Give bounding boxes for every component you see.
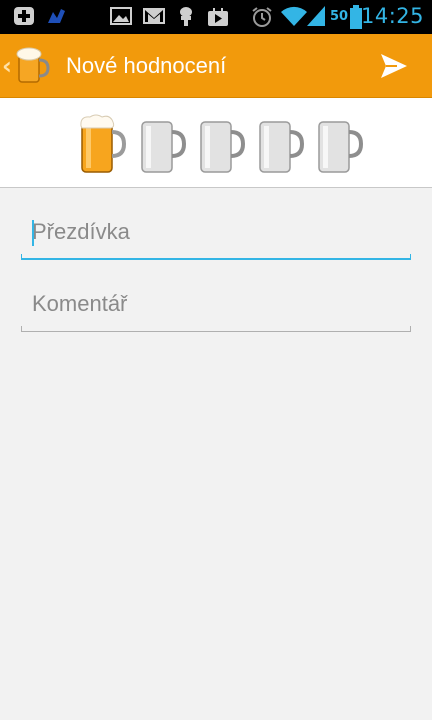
app-notification-icon (48, 9, 65, 23)
page-title: Nové hodnocení (66, 53, 227, 78)
wifi-icon (281, 6, 307, 27)
action-bar: ‹ Nové hodnocení (0, 34, 432, 98)
battery-level: 50 (330, 9, 349, 24)
comment-field[interactable] (21, 282, 411, 326)
comment-underline (21, 326, 411, 332)
up-navigation[interactable]: ‹ (0, 34, 60, 98)
comment-field-container (21, 282, 411, 332)
beer-mug-icon (16, 47, 50, 83)
beer-mug-empty-icon[interactable] (256, 114, 304, 174)
beer-mug-full-icon[interactable] (78, 114, 126, 174)
add-notification-icon (14, 7, 34, 25)
status-time: 14:25 (360, 4, 424, 28)
beer-mug-empty-icon[interactable] (138, 114, 186, 174)
signal-icon (307, 6, 325, 26)
beer-mug-empty-icon[interactable] (197, 114, 245, 174)
send-icon (381, 54, 407, 78)
gmail-icon (143, 8, 165, 24)
nickname-underline (21, 254, 411, 260)
rating-bar (0, 98, 432, 188)
chevron-left-icon: ‹ (2, 52, 12, 80)
text-cursor (32, 220, 34, 246)
send-button[interactable] (370, 46, 418, 86)
nickname-field[interactable] (21, 210, 411, 254)
status-bar: 50 14:25 (0, 0, 432, 34)
nickname-field-container (21, 210, 411, 260)
alarm-icon (252, 7, 272, 27)
usb-debug-icon (180, 7, 192, 26)
play-store-icon (208, 8, 228, 26)
image-icon (110, 7, 132, 25)
beer-mug-empty-icon[interactable] (315, 114, 363, 174)
